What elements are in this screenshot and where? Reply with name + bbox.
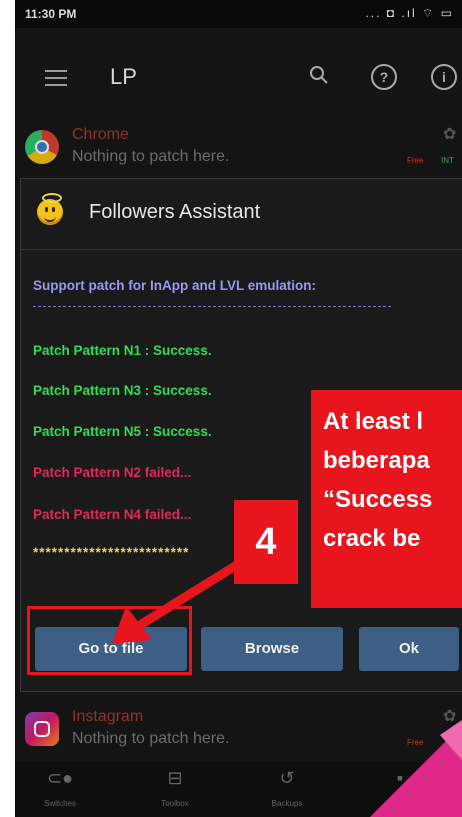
nav-backups[interactable]: ↺ Backups (247, 762, 327, 808)
status-bar: 11:30 PM ... ◘ .ıl ⌔ ▭ (15, 0, 462, 28)
log-line: Patch Pattern N2 failed... (33, 465, 192, 480)
app-status: Nothing to patch here. (72, 730, 230, 747)
ok-button[interactable]: Ok (359, 627, 459, 671)
log-line: Patch Pattern N1 : Success. (33, 343, 212, 358)
stars-line: ************************* (33, 545, 190, 560)
instagram-app-icon (25, 712, 59, 746)
patch-header-line: Support patch for InApp and LVL emulatio… (33, 278, 316, 293)
list-item-chrome[interactable]: Chrome Nothing to patch here. Free INT ✿ (15, 118, 462, 178)
log-line: Patch Pattern N3 : Success. (33, 383, 212, 398)
smiley-icon (37, 193, 63, 225)
free-badge: Free (407, 156, 424, 165)
app-title: LP (110, 64, 137, 89)
toggle-icon: ⊂● (47, 768, 73, 788)
go-to-file-highlight (27, 606, 192, 675)
app-status: Nothing to patch here. (72, 148, 230, 165)
dialog-header: Followers Assistant (21, 179, 462, 250)
callout-text: At least l beberapa “Success crack be (323, 408, 433, 552)
status-icons: ... ◘ .ıl ⌔ ▭ (365, 6, 454, 20)
nav-more[interactable]: ▪ (360, 762, 440, 799)
divider (33, 306, 391, 307)
info-icon[interactable]: i (431, 64, 457, 90)
nav-switches[interactable]: ⊂● Switches (20, 762, 100, 808)
status-time: 11:30 PM (25, 7, 77, 21)
browse-button[interactable]: Browse (201, 627, 343, 671)
search-icon[interactable] (305, 64, 333, 92)
bottom-nav: ⊂● Switches ⊟ Toolbox ↺ Backups ▪ (15, 762, 462, 817)
list-item-instagram[interactable]: Instagram Nothing to patch here. Free ✿ (15, 700, 462, 760)
app-name: Chrome (72, 126, 129, 143)
int-badge: INT (441, 156, 454, 165)
app-name: Instagram (72, 708, 144, 725)
more-icon: ▪ (396, 768, 404, 788)
nav-label: Toolbox (161, 799, 189, 808)
nav-toolbox[interactable]: ⊟ Toolbox (135, 762, 215, 808)
backup-icon: ↺ (279, 768, 295, 788)
chrome-app-icon (25, 130, 59, 164)
nav-label: Switches (43, 799, 76, 808)
menu-icon[interactable] (45, 70, 67, 91)
toolbox-icon: ⊟ (167, 768, 183, 788)
gear-icon: ✿ (443, 126, 457, 143)
log-line: Patch Pattern N5 : Success. (33, 424, 212, 439)
app-bar: LP ? i (15, 28, 462, 108)
gear-icon: ✿ (443, 708, 457, 725)
tutorial-callout: At least l beberapa “Success crack be (311, 390, 462, 608)
dialog-title: Followers Assistant (89, 201, 261, 223)
nav-label: Backups (271, 799, 303, 808)
free-badge: Free (407, 738, 424, 747)
step-number-badge: 4 (234, 500, 298, 584)
help-icon[interactable]: ? (371, 64, 397, 90)
log-line: Patch Pattern N4 failed... (33, 507, 192, 522)
